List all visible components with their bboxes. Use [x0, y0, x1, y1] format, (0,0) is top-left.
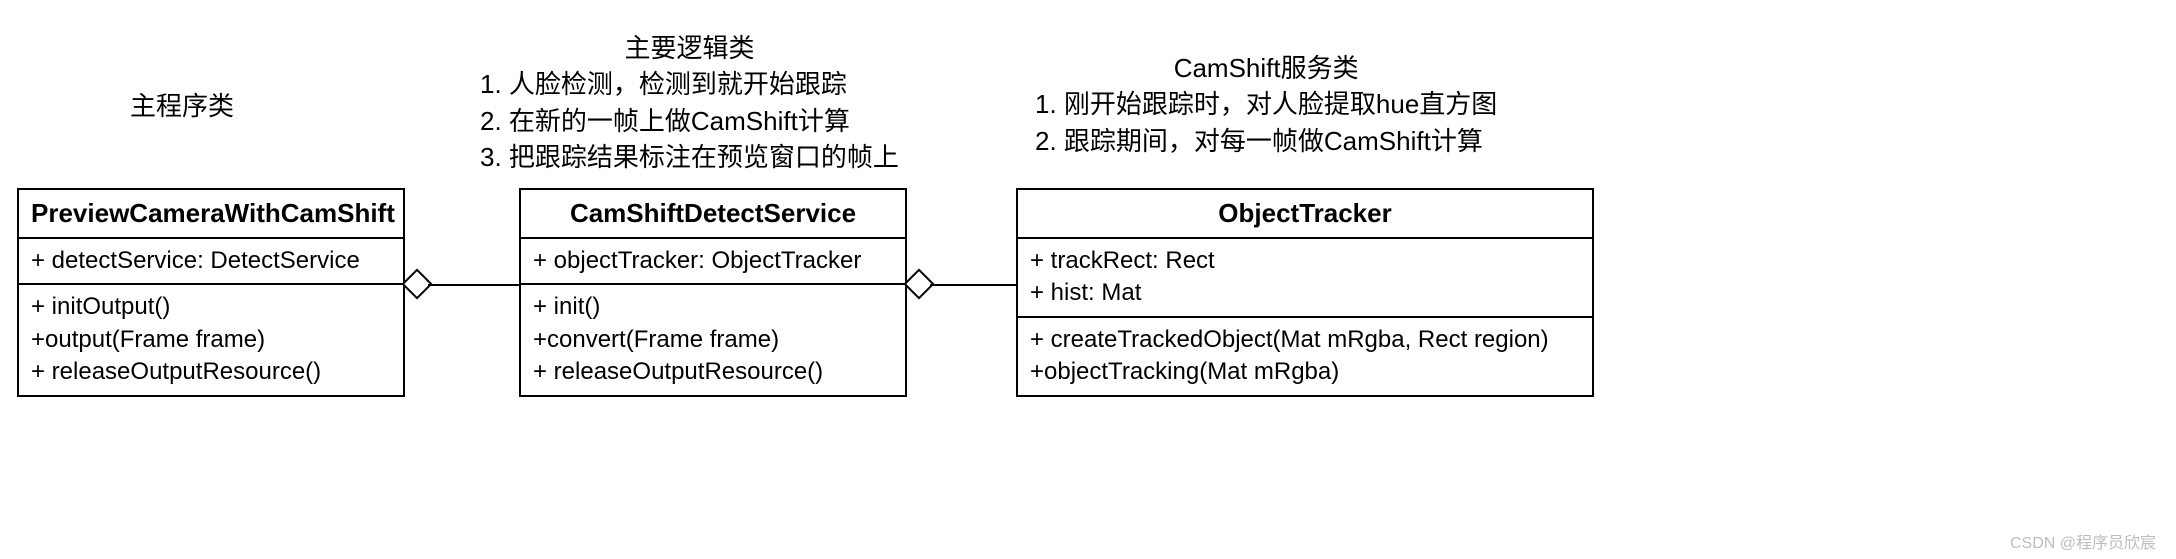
uml-method: +objectTracking(Mat mRgba) — [1030, 356, 1580, 388]
uml-method: + init() — [533, 291, 893, 323]
uml-class-preview-attrs: + detectService: DetectService — [19, 239, 403, 285]
uml-method: + releaseOutputResource() — [31, 356, 391, 388]
desc-camshift-title: CamShift服务类 — [1035, 50, 1497, 86]
desc-logic-title: 主要逻辑类 — [480, 30, 899, 66]
desc-logic-line1: 1. 人脸检测，检测到就开始跟踪 — [480, 66, 899, 102]
uml-method: + createTrackedObject(Mat mRgba, Rect re… — [1030, 324, 1580, 356]
uml-class-preview-name: PreviewCameraWithCamShift — [19, 190, 403, 239]
desc-camshift-service: CamShift服务类 1. 刚开始跟踪时，对人脸提取hue直方图 2. 跟踪期… — [1035, 50, 1497, 159]
uml-method: +convert(Frame frame) — [533, 324, 893, 356]
watermark: CSDN @程序员欣宸 — [2010, 529, 2156, 553]
uml-class-tracker-name: ObjectTracker — [1018, 190, 1592, 239]
uml-attr: + trackRect: Rect — [1030, 245, 1580, 277]
uml-attr: + hist: Mat — [1030, 277, 1580, 309]
connector-line — [428, 284, 519, 286]
uml-class-preview-methods: + initOutput() +output(Frame frame) + re… — [19, 285, 403, 394]
uml-attr: + detectService: DetectService — [31, 245, 391, 277]
uml-class-preview: PreviewCameraWithCamShift + detectServic… — [17, 188, 405, 397]
uml-class-tracker-attrs: + trackRect: Rect + hist: Mat — [1018, 239, 1592, 318]
desc-main-class: 主程序类 — [130, 88, 234, 124]
uml-class-detect: CamShiftDetectService + objectTracker: O… — [519, 188, 907, 397]
uml-method: +output(Frame frame) — [31, 324, 391, 356]
desc-logic-line3: 3. 把跟踪结果标注在预览窗口的帧上 — [480, 139, 899, 175]
desc-logic-line2: 2. 在新的一帧上做CamShift计算 — [480, 103, 899, 139]
uml-attr: + objectTracker: ObjectTracker — [533, 245, 893, 277]
uml-class-tracker: ObjectTracker + trackRect: Rect + hist: … — [1016, 188, 1594, 397]
desc-main-class-text: 主程序类 — [130, 91, 234, 121]
uml-class-detect-attrs: + objectTracker: ObjectTracker — [521, 239, 905, 285]
uml-class-tracker-methods: + createTrackedObject(Mat mRgba, Rect re… — [1018, 318, 1592, 395]
uml-class-detect-methods: + init() +convert(Frame frame) + release… — [521, 285, 905, 394]
uml-method: + releaseOutputResource() — [533, 356, 893, 388]
uml-method: + initOutput() — [31, 291, 391, 323]
desc-camshift-line1: 1. 刚开始跟踪时，对人脸提取hue直方图 — [1035, 86, 1497, 122]
desc-camshift-line2: 2. 跟踪期间，对每一帧做CamShift计算 — [1035, 123, 1497, 159]
desc-logic-class: 主要逻辑类 1. 人脸检测，检测到就开始跟踪 2. 在新的一帧上做CamShif… — [480, 30, 899, 176]
uml-class-detect-name: CamShiftDetectService — [521, 190, 905, 239]
connector-line — [930, 284, 1016, 286]
